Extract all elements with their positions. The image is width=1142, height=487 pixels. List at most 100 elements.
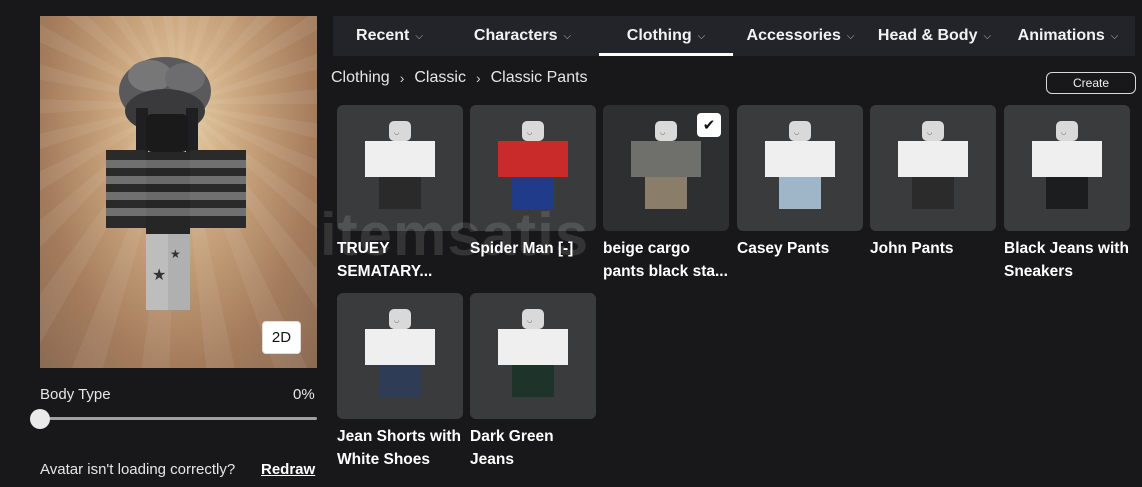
body-type-value: 0% (293, 386, 315, 403)
breadcrumb-item-classic[interactable]: Classic (414, 69, 466, 87)
figure-torso (512, 141, 554, 177)
figure-leg (533, 365, 554, 397)
figure-leg (379, 365, 400, 397)
item-name[interactable]: Black Jeans with Sneakers (1004, 237, 1134, 283)
item-card[interactable]: ◡ ✔ (603, 105, 729, 231)
body-type-label: Body Type (40, 386, 111, 403)
item-name[interactable]: Dark Green Jeans (470, 425, 600, 471)
figure-head (522, 309, 544, 329)
figure-arm (554, 329, 568, 365)
figure-head (1056, 121, 1078, 141)
item-card[interactable]: ◡ (337, 293, 463, 419)
item-card[interactable]: ◡ (1004, 105, 1130, 231)
figure-torso (779, 141, 821, 177)
figure-arm (365, 329, 379, 365)
figure-arm (1088, 141, 1102, 177)
tab-label: Animations (1017, 27, 1105, 44)
item-card[interactable]: ◡ (470, 293, 596, 419)
tab-clothing[interactable]: Clothing ⌵ (599, 16, 733, 56)
figure-leg (400, 365, 421, 397)
figure-leg (1046, 177, 1067, 209)
item-name[interactable]: Casey Pants (737, 237, 867, 260)
item-name[interactable]: beige cargo pants black sta... (603, 237, 733, 283)
figure-arm (498, 329, 512, 365)
tab-accessories[interactable]: Accessories ⌵ (733, 16, 868, 56)
create-button[interactable]: Create (1046, 72, 1136, 94)
item-thumbnail: ◡ (1032, 121, 1102, 215)
smile-face-icon: ◡ (927, 130, 933, 136)
tab-recent[interactable]: Recent ⌵ (333, 16, 446, 56)
item-card[interactable]: ◡ (737, 105, 863, 231)
chevron-down-icon: ⌵ (846, 30, 855, 42)
smile-face-icon: ◡ (794, 130, 800, 136)
item-name-line: John Pants (870, 240, 954, 257)
chevron-down-icon: ⌵ (697, 30, 706, 42)
figure-arm (365, 141, 379, 177)
figure-leg (779, 177, 800, 209)
chevron-down-icon: ⌵ (1110, 30, 1119, 42)
figure-torso (379, 141, 421, 177)
figure-arm (1032, 141, 1046, 177)
smile-face-icon: ◡ (660, 130, 666, 136)
figure-torso (379, 329, 421, 365)
chevron-down-icon: ⌵ (415, 30, 423, 42)
item-thumbnail: ◡ (365, 309, 435, 403)
tab-label: Head & Body (877, 27, 978, 44)
tab-label: Recent (356, 27, 410, 44)
tab-label: Characters (473, 27, 558, 44)
figure-arm (898, 141, 912, 177)
item-name-line: beige cargo (603, 240, 690, 257)
figure-arm (765, 141, 779, 177)
item-thumbnail: ◡ (498, 309, 568, 403)
figure-torso (512, 329, 554, 365)
view-2d-toggle[interactable]: 2D (262, 321, 301, 354)
chevron-down-icon: ⌵ (563, 30, 572, 42)
figure-head (389, 121, 411, 141)
item-name-line: Jean Shorts with (337, 428, 462, 445)
body-type-slider-track[interactable] (40, 417, 317, 420)
figure-head (655, 121, 677, 141)
item-thumbnail: ◡ (631, 121, 701, 215)
figure-arm (954, 141, 968, 177)
figure-head (522, 121, 544, 141)
item-name[interactable]: Jean Shorts with White Shoes (337, 425, 467, 471)
item-name-line: pants black sta... (603, 263, 728, 280)
item-name[interactable]: John Pants (870, 237, 1000, 260)
item-name-line: Jeans (470, 451, 514, 468)
tab-animations[interactable]: Animations ⌵ (1001, 16, 1135, 56)
figure-leg (912, 177, 933, 209)
figure-arm (421, 329, 435, 365)
item-name-line: Black Jeans with (1004, 240, 1129, 257)
breadcrumb-item-clothing[interactable]: Clothing (331, 69, 390, 87)
avatar-figure: ★ ★ (106, 57, 246, 310)
chevron-right-icon: › (399, 70, 405, 86)
smile-face-icon: ◡ (527, 130, 533, 136)
figure-arm (498, 141, 512, 177)
smile-face-icon: ◡ (527, 318, 533, 324)
figure-arm (631, 141, 645, 177)
redraw-link[interactable]: Redraw (261, 461, 315, 478)
figure-arm (687, 141, 701, 177)
checkmark-icon[interactable]: ✔ (697, 113, 721, 137)
figure-torso (645, 141, 687, 177)
tab-label: Accessories (746, 27, 841, 44)
figure-leg (1067, 177, 1088, 209)
avatar-loading-message: Avatar isn't loading correctly? (40, 461, 236, 478)
item-thumbnail: ◡ (898, 121, 968, 215)
category-tabs: Recent ⌵ Characters ⌵ Clothing ⌵ Accessorie… (333, 16, 1135, 56)
figure-leg (666, 177, 687, 209)
figure-arm (821, 141, 835, 177)
avatar-preview: ★ ★ (40, 16, 317, 368)
tab-head-and-body[interactable]: Head & Body ⌵ (868, 16, 1001, 56)
item-name-line: Sneakers (1004, 263, 1073, 280)
figure-leg (645, 177, 666, 209)
figure-torso (1046, 141, 1088, 177)
svg-text:★: ★ (152, 265, 166, 284)
smile-face-icon: ◡ (394, 318, 400, 324)
svg-text:★: ★ (170, 247, 181, 261)
body-type-slider-thumb[interactable] (30, 409, 50, 429)
tab-label: Clothing (626, 27, 692, 44)
tab-characters[interactable]: Characters ⌵ (446, 16, 599, 56)
figure-arm (554, 141, 568, 177)
item-card[interactable]: ◡ (870, 105, 996, 231)
